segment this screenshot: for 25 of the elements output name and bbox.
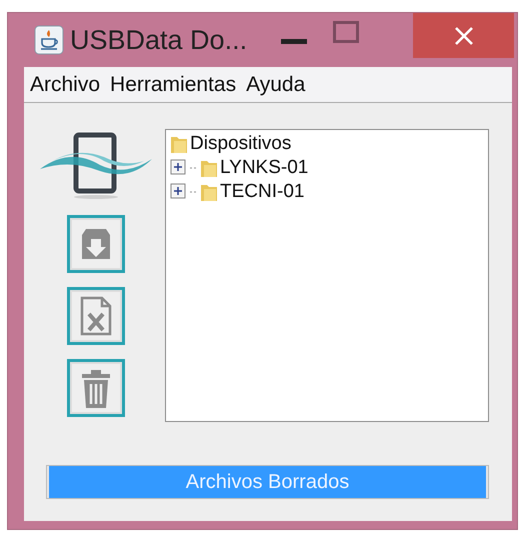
tree-line (190, 167, 198, 169)
tree-node-label[interactable]: TECNI-01 (220, 181, 304, 203)
toolbar-button[interactable] (66, 359, 124, 417)
maximize-button[interactable] (333, 21, 360, 46)
expand-icon[interactable] (170, 183, 188, 201)
folder-icon (200, 158, 218, 178)
minimize-button[interactable] (281, 39, 308, 46)
close-button[interactable] (413, 13, 514, 58)
coffee-cup-icon (34, 25, 64, 56)
window-title: USBData Do... (70, 24, 248, 56)
expand-icon[interactable] (170, 159, 188, 177)
toolbar-button[interactable] (66, 287, 124, 345)
folder-icon (170, 134, 188, 154)
close-icon (454, 26, 474, 46)
folder-icon (200, 182, 218, 202)
spreadsheet-file-icon (80, 296, 112, 336)
progress-label: Archivos Borrados (186, 470, 350, 494)
menu-item[interactable]: Herramientas (110, 72, 236, 97)
trash-icon (80, 367, 112, 409)
menu-item[interactable]: Archivo (30, 72, 100, 97)
tree-node-label[interactable]: LYNKS-01 (220, 157, 308, 179)
tree-node-label[interactable]: Dispositivos (190, 133, 292, 155)
toolbar-button[interactable] (66, 215, 124, 273)
menu-item[interactable]: Ayuda (246, 72, 306, 97)
tree-line (190, 191, 198, 193)
